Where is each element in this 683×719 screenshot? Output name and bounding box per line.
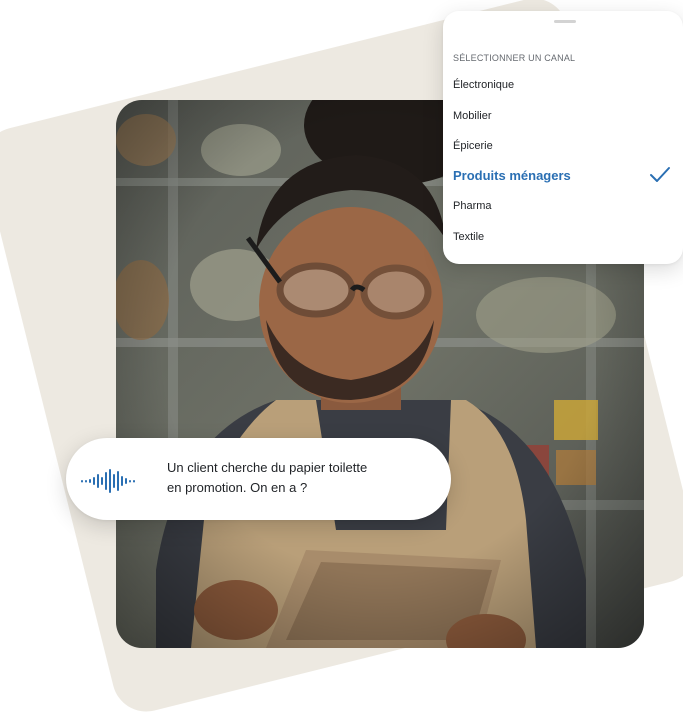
channel-option-textile[interactable]: Textile [453, 225, 671, 249]
sound-wave-icon [81, 469, 135, 493]
drag-handle[interactable] [554, 20, 576, 23]
channel-selector-panel: SÉLECTIONNER UN CANAL Électronique Mobil… [443, 11, 683, 264]
channel-option-label: Épicerie [453, 140, 493, 152]
channel-option-produits-menagers[interactable]: Produits ménagers [453, 163, 671, 187]
channel-option-electronique[interactable]: Électronique [453, 73, 671, 97]
channel-option-label: Textile [453, 231, 485, 243]
channel-option-label: Pharma [453, 200, 492, 212]
channel-option-mobilier[interactable]: Mobilier [453, 104, 671, 128]
voice-query-text-line-2: en promotion. On en a ? [167, 480, 308, 495]
channel-option-label: Produits ménagers [453, 167, 571, 183]
checkmark-icon [650, 167, 670, 182]
voice-query-bubble: Un client cherche du papier toilette en … [66, 438, 451, 520]
channel-option-epicerie[interactable]: Épicerie [453, 134, 671, 158]
channel-option-label: Électronique [453, 79, 515, 91]
voice-query-text-line-1: Un client cherche du papier toilette [167, 460, 368, 475]
channel-option-label: Mobilier [453, 110, 492, 122]
channel-selector-heading: SÉLECTIONNER UN CANAL [453, 53, 576, 63]
channel-option-pharma[interactable]: Pharma [453, 194, 671, 218]
